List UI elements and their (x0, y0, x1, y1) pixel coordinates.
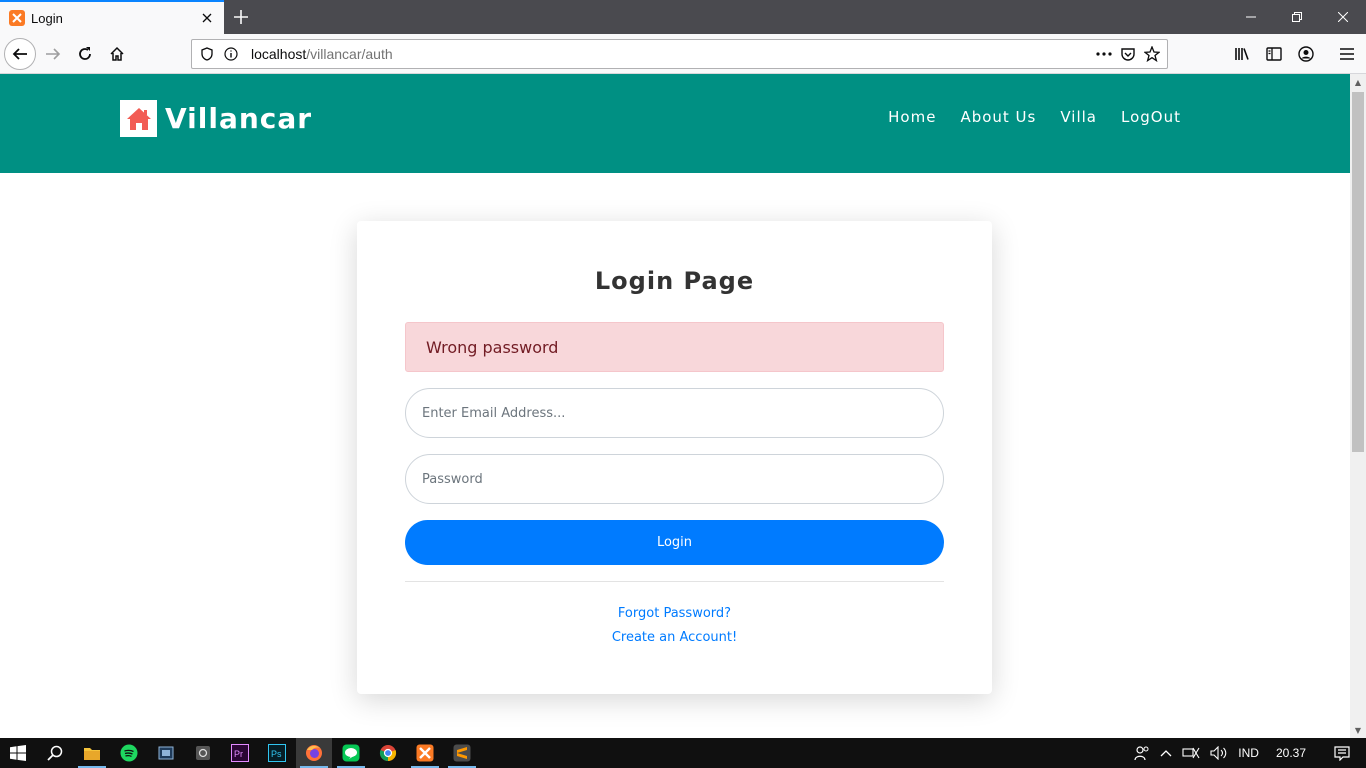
line-app-icon[interactable] (333, 738, 369, 768)
hamburger-menu-icon[interactable] (1331, 38, 1363, 70)
media-app-icon[interactable] (148, 738, 184, 768)
search-icon[interactable] (37, 738, 73, 768)
firefox-icon[interactable] (296, 738, 332, 768)
windows-start-icon[interactable] (0, 738, 36, 768)
site-info-icon[interactable] (219, 42, 243, 66)
tracking-protection-icon[interactable] (195, 42, 219, 66)
brand-logo[interactable]: Villancar (120, 100, 312, 137)
notification-center-icon[interactable] (1318, 738, 1366, 768)
close-tab-icon[interactable] (195, 6, 219, 30)
password-field[interactable] (405, 454, 944, 504)
window-controls (1228, 0, 1366, 34)
email-field[interactable] (405, 388, 944, 438)
restore-icon[interactable] (1274, 0, 1320, 34)
premiere-pro-icon[interactable]: Pr (222, 738, 258, 768)
camera-app-icon[interactable] (185, 738, 221, 768)
url-host: localhost (251, 46, 307, 62)
back-arrow-icon[interactable] (4, 38, 36, 70)
reload-icon[interactable] (69, 38, 101, 70)
svg-text:Pr: Pr (234, 749, 243, 759)
windows-taskbar: Pr Ps IND 20.37 (0, 738, 1366, 768)
pocket-icon[interactable] (1116, 42, 1140, 66)
login-button[interactable]: Login (405, 520, 944, 565)
url-path: /villancar/auth (306, 46, 393, 62)
chrome-icon[interactable] (370, 738, 406, 768)
scroll-thumb[interactable] (1352, 92, 1364, 452)
login-title: Login Page (594, 267, 755, 295)
spotify-icon[interactable] (111, 738, 147, 768)
page-scrollbar[interactable]: ▲ ▼ (1350, 74, 1366, 738)
photoshop-icon[interactable]: Ps (259, 738, 295, 768)
url-text: localhost/villancar/auth (251, 46, 1092, 62)
site-header: Villancar Home About Us Villa LogOut (0, 74, 1350, 173)
forward-arrow-icon[interactable] (37, 38, 69, 70)
brand-name: Villancar (165, 102, 313, 135)
system-tray: IND 20.37 (1129, 738, 1366, 768)
network-icon[interactable] (1177, 738, 1205, 768)
browser-toolbar: localhost/villancar/auth (0, 34, 1366, 74)
people-icon[interactable] (1129, 738, 1155, 768)
account-icon[interactable] (1290, 38, 1322, 70)
svg-text:Ps: Ps (271, 749, 282, 759)
new-tab-icon[interactable] (228, 4, 254, 30)
tab-title: Login (31, 10, 63, 26)
home-icon[interactable] (101, 38, 133, 70)
nav-link-logout[interactable]: LogOut (1121, 108, 1181, 126)
house-icon (120, 100, 157, 137)
forgot-password-link[interactable]: Forgot Password? (618, 606, 731, 621)
clock[interactable]: 20.37 (1264, 738, 1318, 768)
forgot-password-row: Forgot Password? (357, 602, 992, 621)
volume-icon[interactable] (1205, 738, 1233, 768)
nav-link-villa[interactable]: Villa (1060, 108, 1097, 126)
sidebar-icon[interactable] (1258, 38, 1290, 70)
create-account-row: Create an Account! (357, 626, 992, 645)
divider (405, 581, 944, 582)
xampp-favicon-icon (9, 10, 25, 26)
bookmark-star-icon[interactable] (1140, 42, 1164, 66)
nav-link-about-us[interactable]: About Us (960, 108, 1036, 126)
scroll-down-icon[interactable]: ▼ (1350, 722, 1366, 738)
close-window-icon[interactable] (1320, 0, 1366, 34)
create-account-link[interactable]: Create an Account! (612, 630, 737, 645)
scroll-up-icon[interactable]: ▲ (1350, 74, 1366, 90)
main-nav: Home About Us Villa LogOut (888, 108, 1181, 126)
error-alert: Wrong password (405, 322, 944, 372)
xampp-icon[interactable] (407, 738, 443, 768)
language-indicator[interactable]: IND (1233, 738, 1264, 768)
sublime-text-icon[interactable] (444, 738, 480, 768)
browser-tab-login[interactable]: Login (0, 0, 224, 34)
tray-overflow-chevron-icon[interactable] (1155, 738, 1177, 768)
file-explorer-icon[interactable] (74, 738, 110, 768)
nav-link-home[interactable]: Home (888, 108, 936, 126)
browser-tab-bar: Login (0, 0, 1366, 34)
login-card: Login Page Wrong password Login Forgot P… (357, 221, 992, 694)
minimize-icon[interactable] (1228, 0, 1274, 34)
page-actions-icon[interactable] (1092, 42, 1116, 66)
library-icon[interactable] (1226, 38, 1258, 70)
url-bar[interactable]: localhost/villancar/auth (191, 39, 1168, 69)
